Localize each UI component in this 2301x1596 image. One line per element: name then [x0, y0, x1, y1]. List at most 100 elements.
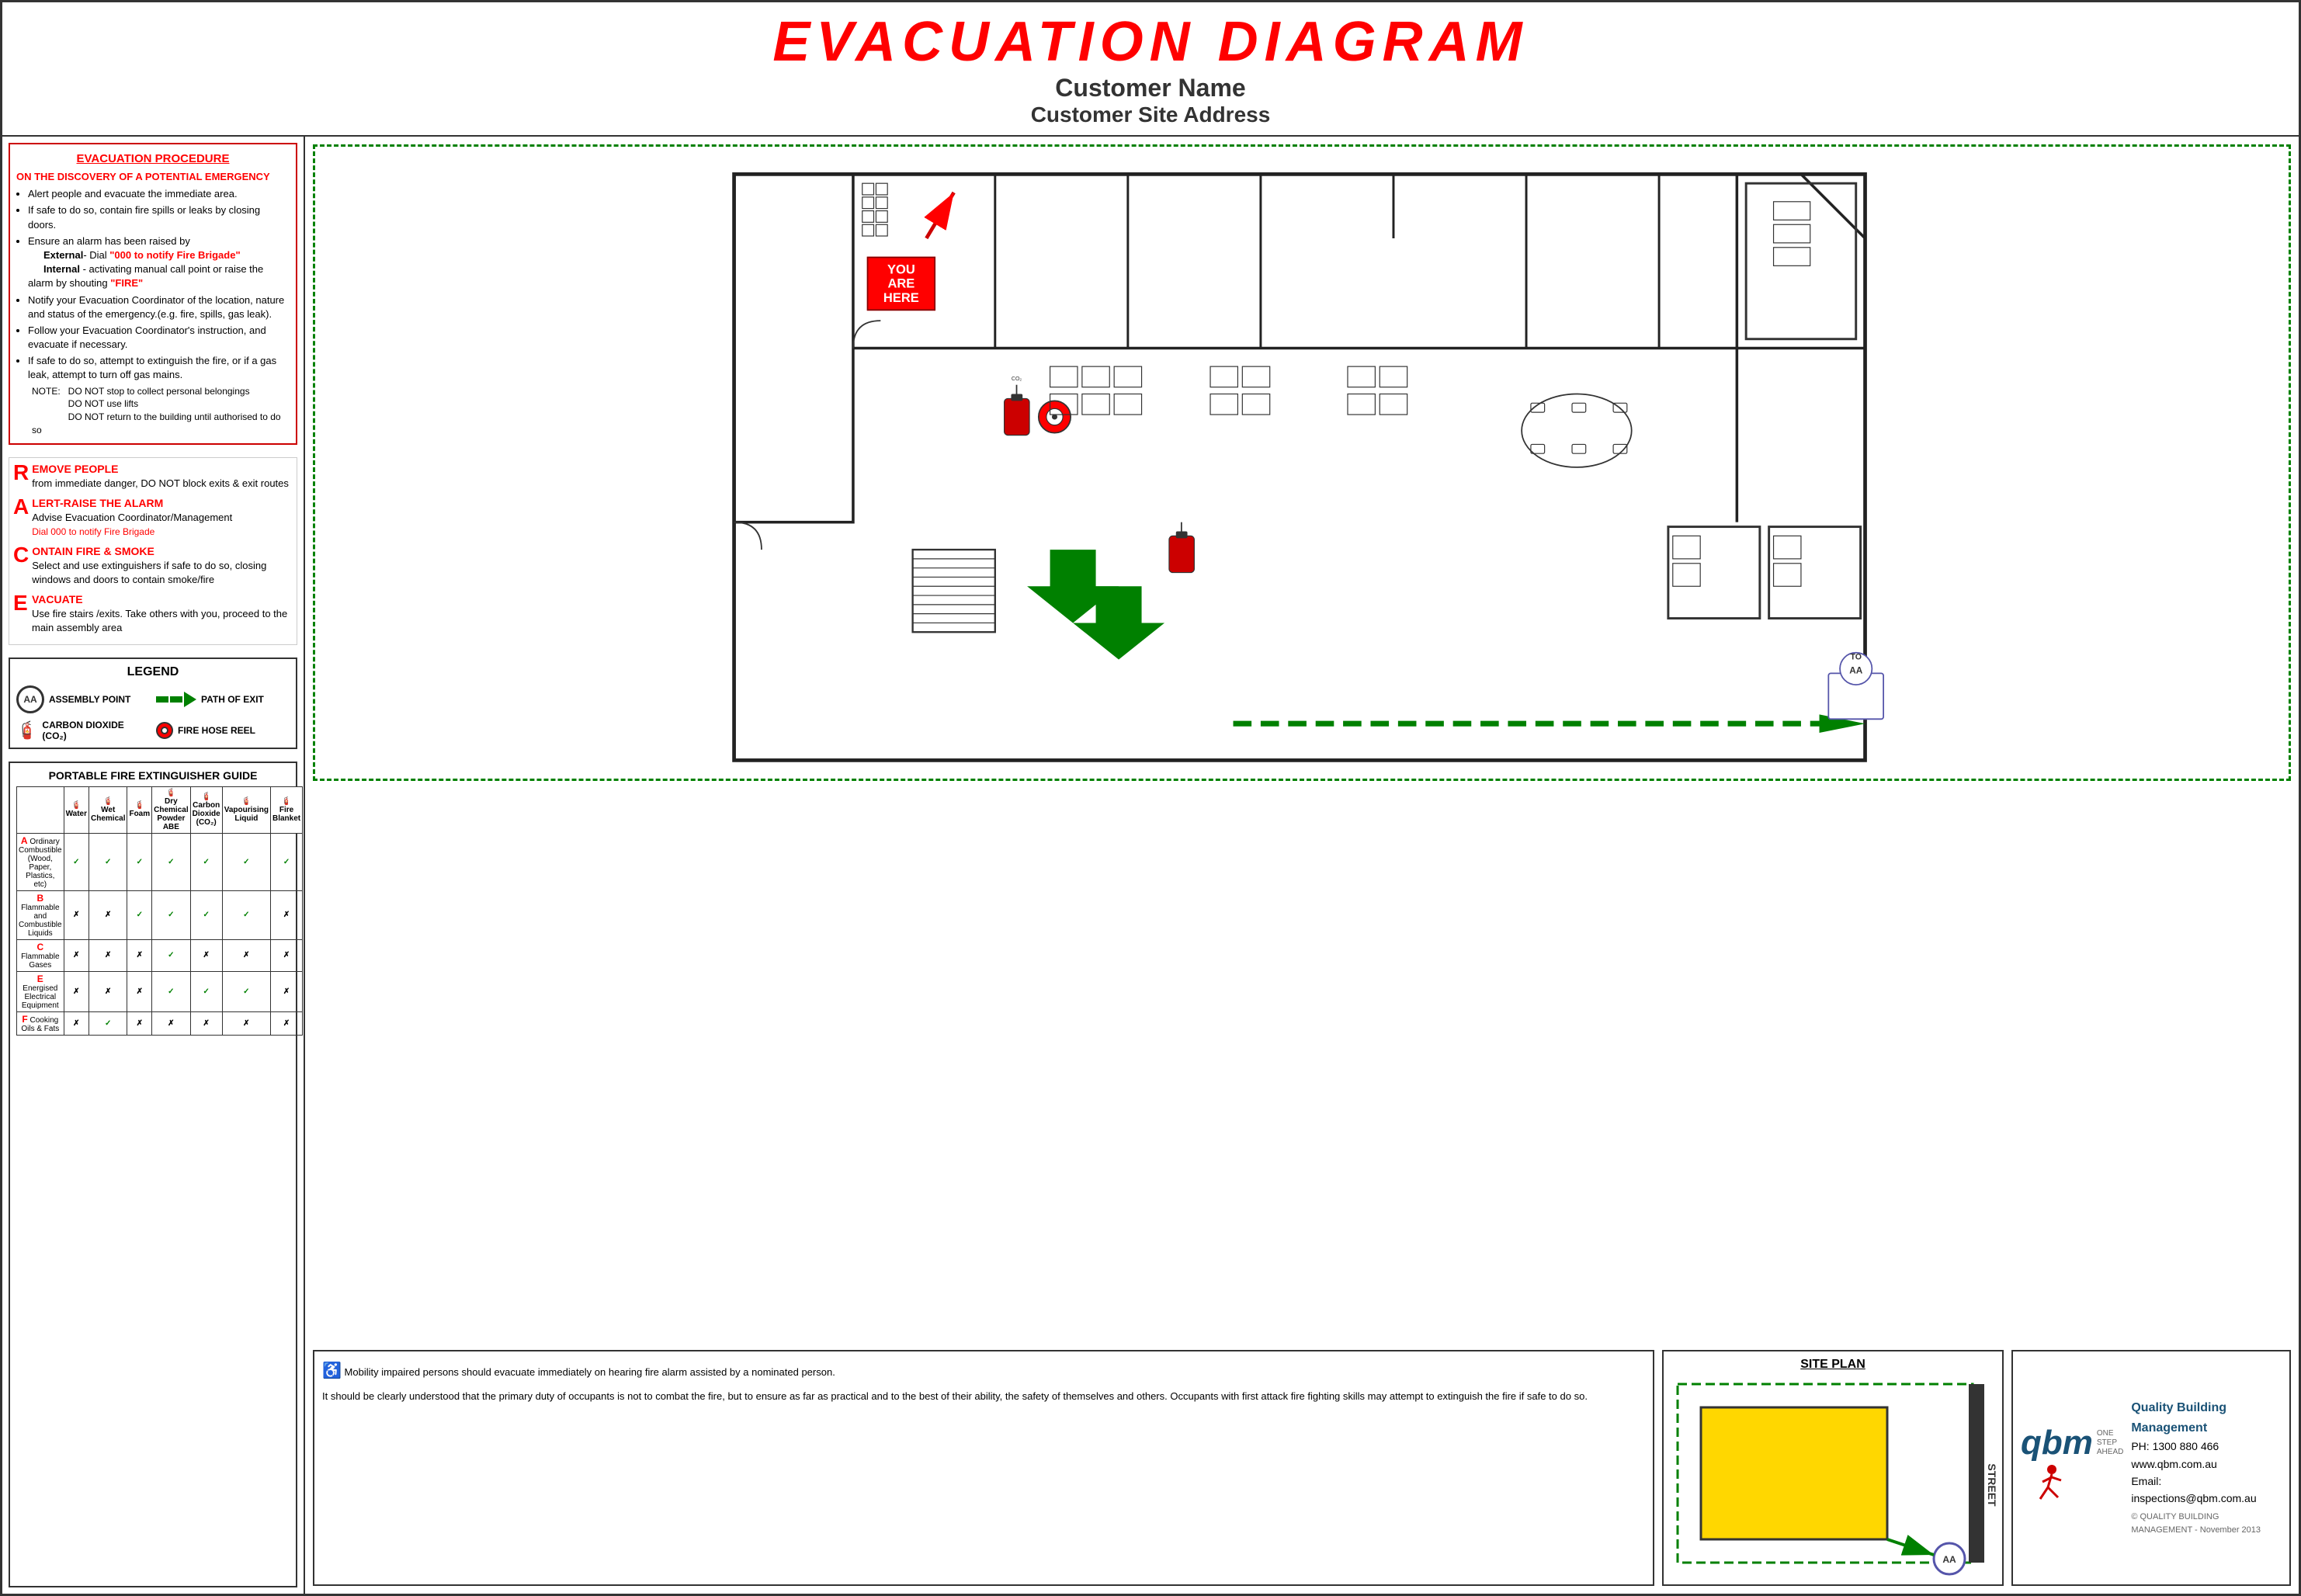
contact-website: www.qbm.com.au	[2131, 1455, 2282, 1473]
arrow-seg-1	[156, 696, 168, 703]
disclaimer-wheelchair: ♿ Mobility impaired persons should evacu…	[322, 1359, 1645, 1383]
race-c-title: ONTAIN FIRE & SMOKE	[32, 545, 154, 557]
evac-list: Alert people and evacuate the immediate …	[16, 187, 290, 382]
evac-point-5: Follow your Evacuation Coordinator's ins…	[28, 324, 290, 352]
evac-point-3: Ensure an alarm has been raised by Exter…	[28, 234, 290, 291]
evacuation-procedure: EVACUATION PROCEDURE ON THE DISCOVERY OF…	[9, 143, 297, 445]
guide-row-f: F Cooking Oils & Fats ✗ ✓ ✗ ✗ ✗ ✗ ✗	[17, 1011, 303, 1035]
floor-plan-svg: YOUAREHERE	[313, 144, 2291, 781]
svg-text:AA: AA	[1849, 665, 1863, 675]
race-a-dial: Dial 000 to notify Fire Brigade	[32, 526, 154, 537]
col-co2: 🧯 Carbon Dioxide (CO₂)	[190, 786, 222, 833]
col-dry-chem: 🧯 Dry Chemical Powder ABE	[152, 786, 190, 833]
arrow-head-icon	[184, 692, 196, 707]
race-r-desc: from immediate danger, DO NOT block exit…	[32, 477, 289, 489]
race-c-desc: Select and use extinguishers if safe to …	[32, 560, 266, 585]
evac-subtitle: ON THE DISCOVERY OF A POTENTIAL EMERGENC…	[16, 170, 290, 184]
race-e: E VACUATE Use fire stairs /exits. Take o…	[13, 592, 293, 636]
svg-text:CO₂: CO₂	[1012, 376, 1022, 382]
site-plan-title: SITE PLAN	[1670, 1358, 1996, 1372]
path-label: PATH OF EXIT	[201, 694, 264, 705]
race-r-title: EMOVE PEOPLE	[32, 463, 118, 475]
guide-tbody: A Ordinary Combustible (Wood, Paper, Pla…	[17, 833, 303, 1035]
legend-hose: FIRE HOSE REEL	[156, 720, 290, 741]
race-e-desc: Use fire stairs /exits. Take others with…	[32, 608, 287, 633]
qbm-logo: qbm	[2021, 1426, 2093, 1460]
co2-icon: 🧯	[16, 720, 37, 741]
race-r-letter: R	[13, 462, 29, 484]
guide-row-b: B Flammable and Combustible Liquids ✗ ✗ …	[17, 890, 303, 939]
svg-text:STREET: STREET	[1986, 1463, 1996, 1507]
col-header-empty	[17, 786, 64, 833]
hose-label: FIRE HOSE REEL	[178, 725, 255, 736]
customer-address: Customer Site Address	[10, 102, 2291, 127]
floor-plan-area: YOUAREHERE	[313, 144, 2291, 1342]
body-layout: EVACUATION PROCEDURE ON THE DISCOVERY OF…	[2, 137, 2299, 1594]
race-a-letter: A	[13, 496, 29, 518]
site-plan-svg: STREET AA	[1670, 1376, 1996, 1578]
race-c-content: ONTAIN FIRE & SMOKE Select and use extin…	[32, 544, 293, 588]
race-r: R EMOVE PEOPLE from immediate danger, DO…	[13, 462, 293, 491]
contact-info: Quality Building Management PH: 1300 880…	[2131, 1398, 2282, 1538]
wheelchair-icon: ♿	[322, 1362, 342, 1379]
evac-title: EVACUATION PROCEDURE	[16, 151, 290, 167]
site-plan-container: SITE PLAN STREET	[1662, 1350, 2004, 1586]
customer-name: Customer Name	[10, 74, 2291, 102]
race-a-title: LERT-RAISE THE ALARM	[32, 497, 163, 509]
legend-section: LEGEND AA ASSEMBLY POINT PATH	[9, 657, 297, 749]
race-c-letter: C	[13, 544, 29, 566]
col-wet-chem: 🧯 Wet Chemical	[89, 786, 127, 833]
running-figure-icon	[2021, 1460, 2067, 1507]
evac-point-4: Notify your Evacuation Coordinator of th…	[28, 293, 290, 321]
svg-text:TO: TO	[1850, 653, 1862, 662]
left-panel: EVACUATION PROCEDURE ON THE DISCOVERY OF…	[2, 137, 305, 1594]
guide-row-a: A Ordinary Combustible (Wood, Paper, Pla…	[17, 833, 303, 890]
assembly-icon: AA	[16, 685, 44, 713]
copyright: © QUALITY BUILDING MANAGEMENT - November…	[2131, 1511, 2282, 1538]
race-e-content: VACUATE Use fire stairs /exits. Take oth…	[32, 592, 293, 636]
guide-title: PORTABLE FIRE EXTINGUISHER GUIDE	[16, 769, 290, 782]
header: EVACUATION DIAGRAM Customer Name Custome…	[2, 2, 2299, 137]
race-e-title: VACUATE	[32, 593, 83, 605]
company-name: Quality Building Management	[2131, 1398, 2282, 1438]
race-c: C ONTAIN FIRE & SMOKE Select and use ext…	[13, 544, 293, 588]
race-a-desc: Advise Evacuation Coordinator/Management	[32, 512, 232, 523]
race-a: A LERT-RAISE THE ALARM Advise Evacuation…	[13, 496, 293, 540]
disclaimer-main: It should be clearly understood that the…	[322, 1389, 1645, 1404]
race-e-letter: E	[13, 592, 29, 614]
arrow-seg-2	[170, 696, 182, 703]
contact-phone: PH: 1300 880 466	[2131, 1438, 2282, 1455]
site-plan-inner: STREET AA	[1670, 1376, 1996, 1578]
col-vapour: 🧯 Vapourising Liquid	[222, 786, 270, 833]
col-foam: 🧯 Foam	[127, 786, 152, 833]
main-container: EVACUATION DIAGRAM Customer Name Custome…	[0, 0, 2301, 1596]
evac-notes: NOTE: DO NOT stop to collect personal be…	[32, 385, 290, 437]
assembly-label: ASSEMBLY POINT	[49, 694, 130, 705]
contact-email: Email: inspections@qbm.com.au	[2131, 1473, 2282, 1508]
col-water: 🧯 Water	[64, 786, 88, 833]
contact-area: qbm ONE STEPAHEAD	[2011, 1350, 2291, 1586]
bottom-area: ♿ Mobility impaired persons should evacu…	[313, 1350, 2291, 1586]
svg-text:AA: AA	[1942, 1554, 1956, 1565]
race-section: R EMOVE PEOPLE from immediate danger, DO…	[9, 457, 297, 645]
legend-grid: AA ASSEMBLY POINT PATH OF EXIT	[16, 685, 290, 741]
race-a-content: LERT-RAISE THE ALARM Advise Evacuation C…	[32, 496, 293, 540]
qbm-tagline: ONE STEPAHEAD	[2097, 1429, 2123, 1457]
page-title: EVACUATION DIAGRAM	[10, 10, 2291, 74]
evac-point-1: Alert people and evacuate the immediate …	[28, 187, 290, 201]
legend-assembly: AA ASSEMBLY POINT	[16, 685, 150, 713]
col-blanket: 🧯 Fire Blanket	[270, 786, 302, 833]
guide-table: 🧯 Water 🧯 Wet Chemical 🧯 Foam	[16, 786, 303, 1036]
legend-path: PATH OF EXIT	[156, 685, 290, 713]
disclaimer-box: ♿ Mobility impaired persons should evacu…	[313, 1350, 1654, 1586]
evac-point-6: If safe to do so, attempt to extinguish …	[28, 354, 290, 382]
right-panel: YOUAREHERE	[305, 137, 2299, 1594]
guide-row-c: C Flammable Gases ✗ ✗ ✗ ✓ ✗ ✗ ✗	[17, 939, 303, 971]
evac-point-2: If safe to do so, contain fire spills or…	[28, 203, 290, 231]
hose-inner	[161, 727, 168, 734]
path-arrow-icon	[156, 692, 196, 707]
qbm-logo-area: qbm ONE STEPAHEAD	[2021, 1426, 2123, 1511]
hose-reel-icon	[156, 722, 173, 739]
race-r-content: EMOVE PEOPLE from immediate danger, DO N…	[32, 462, 293, 491]
legend-co2: 🧯 CARBON DIOXIDE (CO₂)	[16, 720, 150, 741]
